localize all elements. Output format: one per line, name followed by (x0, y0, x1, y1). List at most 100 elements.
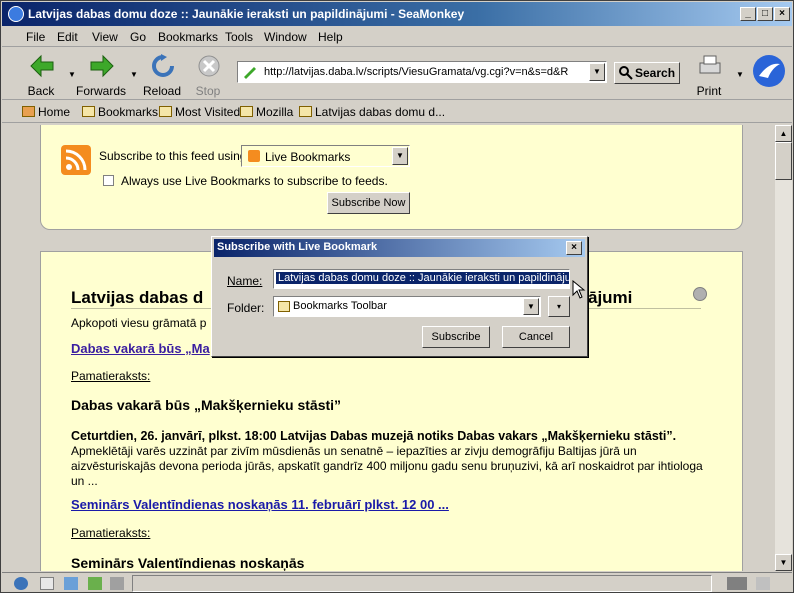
scroll-thumb[interactable] (775, 142, 792, 180)
close-button[interactable]: × (774, 7, 790, 21)
printer-icon (699, 55, 721, 74)
search-icon (619, 66, 633, 80)
chat-icon[interactable] (64, 577, 78, 590)
mail-icon[interactable] (40, 577, 54, 590)
post1-link[interactable]: Dabas vakarā būs „Ma (71, 341, 210, 356)
menu-bar: File Edit View Go Bookmarks Tools Window… (2, 27, 792, 47)
home-icon (22, 106, 35, 117)
post2-pamatieraksts[interactable]: Pamatieraksts: (71, 526, 150, 540)
forward-label: Forwards (76, 84, 127, 98)
subscribe-now-button[interactable]: Subscribe Now (327, 192, 410, 214)
post1-lead: Ceturtdien, 26. janvārī, plkst. 18:00 La… (71, 429, 677, 443)
scroll-up-icon[interactable]: ▲ (775, 125, 792, 142)
name-field-value: Latvijas dabas domu doze :: Jaunākie ier… (276, 272, 569, 284)
folder-chevron-down-icon[interactable]: ▼ (523, 298, 539, 315)
bookmark-home-label: Home (38, 105, 71, 119)
bookmarks-toolbar: Home Bookmarks Most Visited Mozilla Latv… (2, 101, 792, 123)
subscribe-button[interactable]: Subscribe (422, 326, 490, 348)
navigation-toolbar: Back ▼ Forwards ▼ Reload Stop http://lat… (2, 48, 792, 100)
folder-value: Bookmarks Toolbar (293, 300, 387, 312)
minimize-button[interactable]: _ (740, 7, 756, 21)
subscribe-using-label: Subscribe to this feed using (99, 149, 247, 163)
composer-icon[interactable] (88, 577, 102, 590)
folder-icon (82, 106, 95, 117)
lock-icon (756, 577, 770, 590)
status-text-area (132, 575, 712, 592)
live-bookmark-dialog: Subscribe with Live Bookmark × Name: Lat… (211, 236, 588, 357)
post2-title: Seminārs Valentīndienas noskaņās (71, 555, 305, 571)
menu-view[interactable]: View (92, 30, 118, 44)
name-field[interactable]: Latvijas dabas domu doze :: Jaunākie ier… (273, 269, 570, 289)
bookmark-mozilla[interactable]: Mozilla (240, 105, 293, 119)
maximize-button[interactable]: □ (757, 7, 773, 21)
dialog-title: Subscribe with Live Bookmark (217, 241, 378, 253)
url-dropdown-icon[interactable]: ▼ (589, 63, 605, 81)
name-label: Name: (227, 274, 263, 288)
forward-arrow-icon (90, 54, 114, 78)
connection-icon (727, 577, 747, 590)
menu-help[interactable]: Help (318, 30, 343, 44)
folder-select[interactable]: Bookmarks Toolbar ▼ (273, 296, 541, 317)
back-dropdown-icon[interactable]: ▼ (68, 70, 76, 79)
navigator-icon[interactable] (14, 577, 28, 590)
menu-bookmarks[interactable]: Bookmarks (158, 30, 218, 44)
search-button[interactable]: Search (614, 62, 680, 84)
post2-link[interactable]: Seminārs Valentīndienas noskaņās 11. feb… (71, 497, 449, 512)
page-subtitle: Apkopoti viesu grāmatā p (71, 316, 207, 330)
folder-icon (299, 106, 312, 117)
chevron-down-icon[interactable]: ▼ (392, 147, 408, 165)
bookmark-latvijas[interactable]: Latvijas dabas domu d... (299, 105, 445, 119)
window-title: Latvijas dabas domu doze :: Jaunākie ier… (28, 7, 465, 21)
folder-icon (159, 106, 172, 117)
print-button[interactable]: Print (684, 52, 734, 98)
bookmark-most-visited-label: Most Visited (175, 105, 241, 119)
vertical-scrollbar[interactable]: ▲ ▼ (775, 125, 792, 571)
print-dropdown-icon[interactable]: ▼ (736, 70, 744, 79)
menu-window[interactable]: Window (264, 30, 307, 44)
mouse-cursor-icon (572, 280, 586, 299)
back-button[interactable]: Back (16, 52, 66, 98)
cancel-button[interactable]: Cancel (502, 326, 570, 348)
menu-file[interactable]: File (26, 30, 45, 44)
page-heading-right: ājumi (588, 288, 633, 307)
forward-button[interactable]: Forwards (76, 52, 127, 98)
bookmark-home[interactable]: Home (22, 105, 70, 119)
always-use-checkbox[interactable] (103, 175, 114, 186)
page-icon (244, 67, 256, 79)
bookmark-most-visited[interactable]: Most Visited (159, 105, 240, 119)
bookmark-bookmarks[interactable]: Bookmarks (82, 105, 158, 119)
back-arrow-icon (30, 54, 54, 78)
dialog-close-icon[interactable]: × (566, 241, 582, 255)
reload-button[interactable]: Reload (137, 52, 187, 98)
feed-reader-value: Live Bookmarks (265, 150, 351, 164)
live-bookmarks-icon (248, 150, 260, 162)
back-label: Back (27, 84, 55, 98)
scroll-down-icon[interactable]: ▼ (775, 554, 792, 571)
browser-window: Latvijas dabas domu doze :: Jaunākie ier… (0, 0, 794, 593)
menu-tools[interactable]: Tools (225, 30, 253, 44)
url-bar[interactable]: http://latvijas.daba.lv/scripts/ViesuGra… (237, 61, 607, 83)
seamonkey-logo-icon[interactable] (752, 54, 786, 88)
address-book-icon[interactable] (110, 577, 124, 590)
search-label: Search (635, 66, 676, 80)
page-heading-left: Latvijas dabas d (71, 288, 204, 307)
post1-pamatieraksts[interactable]: Pamatieraksts: (71, 369, 150, 383)
post1-text-line1: Apmeklētāji varēs uzzināt par zivīm mūsd… (71, 444, 637, 458)
stop-button[interactable]: Stop (183, 52, 233, 98)
title-bar: Latvijas dabas domu doze :: Jaunākie ier… (2, 2, 792, 26)
bookmark-bookmarks-label: Bookmarks (98, 105, 159, 119)
feed-reader-select[interactable]: Live Bookmarks ▼ (241, 145, 410, 167)
seamonkey-icon (8, 6, 24, 22)
post1-text-line2: aizvēsturiskajās devona perioda jūrās, a… (71, 459, 703, 473)
rss-feed-icon (61, 145, 91, 175)
feed-subscribe-box: Subscribe to this feed using Live Bookma… (40, 125, 743, 230)
menu-go[interactable]: Go (130, 30, 146, 44)
bookmarks-toolbar-icon (278, 301, 290, 312)
status-bar (2, 572, 792, 593)
url-text: http://latvijas.daba.lv/scripts/ViesuGra… (264, 66, 569, 78)
always-use-label: Always use Live Bookmarks to subscribe t… (121, 174, 388, 188)
resize-grip-icon[interactable] (775, 577, 789, 590)
expand-folder-tree-button[interactable]: ▾ (548, 296, 570, 317)
gear-icon[interactable] (693, 287, 707, 301)
menu-edit[interactable]: Edit (57, 30, 78, 44)
